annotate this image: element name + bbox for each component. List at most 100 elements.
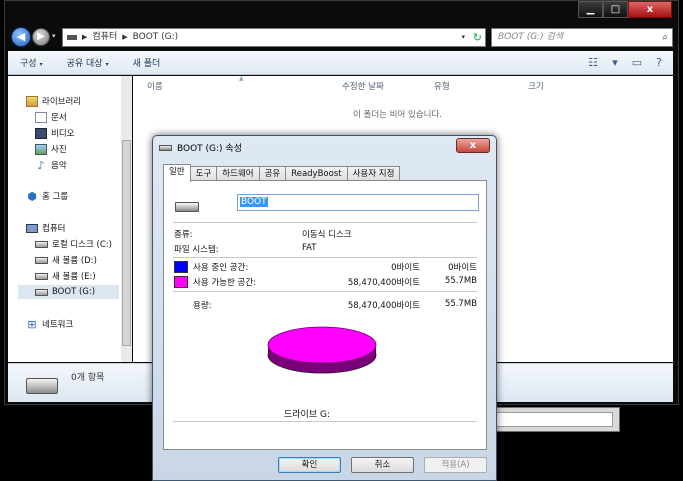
- cancel-button[interactable]: 취소: [351, 457, 414, 473]
- recent-pages-button[interactable]: ▾: [52, 32, 56, 40]
- divider: [173, 291, 477, 292]
- nav-item-music[interactable]: ♪ 음악: [35, 158, 67, 172]
- column-header-type[interactable]: 유형: [434, 80, 450, 92]
- view-controls: ☷ ▾ ▭ ?: [585, 55, 667, 70]
- pictures-icon: [35, 143, 47, 155]
- back-button[interactable]: ◀: [11, 27, 31, 47]
- view-options-icon[interactable]: ☷: [585, 55, 601, 70]
- nav-item-documents[interactable]: 문서: [35, 111, 67, 123]
- documents-icon: [35, 111, 47, 123]
- search-input[interactable]: BOOT (G:) 검색 ⌕: [491, 28, 673, 47]
- nav-item-network[interactable]: ⊞ 네트워크: [26, 317, 73, 331]
- nav-item-volume-d[interactable]: 새 볼륨 (D:): [35, 254, 97, 266]
- share-with-button[interactable]: 공유 대상 ▾: [55, 56, 121, 69]
- preview-pane-icon[interactable]: ▭: [629, 55, 645, 70]
- divider: [173, 222, 477, 223]
- dialog-close-button[interactable]: x: [456, 138, 490, 153]
- drive-icon: [159, 144, 172, 151]
- address-bar[interactable]: ▶ 컴퓨터 ▶ BOOT (G:) ▾ ↻: [62, 28, 486, 47]
- drive-icon: [35, 240, 48, 248]
- used-space-swatch: [174, 261, 188, 273]
- music-icon: ♪: [37, 158, 45, 172]
- chevron-down-icon: ▾: [105, 61, 109, 68]
- nav-label: 문서: [51, 113, 67, 123]
- nav-item-boot-g[interactable]: BOOT (G:): [18, 285, 119, 299]
- nav-item-homegroup[interactable]: ⬢ 홈 그룹: [26, 189, 69, 203]
- used-space-bytes: 0바이트: [391, 263, 420, 273]
- videos-icon: [35, 127, 47, 139]
- nav-label: 컴퓨터: [42, 224, 66, 234]
- drive-icon: [26, 378, 58, 394]
- forward-button[interactable]: ▶: [32, 28, 50, 46]
- type-value: 이동식 디스크: [302, 230, 352, 240]
- filesystem-label: 파일 시스템:: [174, 245, 219, 255]
- search-icon[interactable]: ⌕: [662, 29, 668, 46]
- nav-label: 사진: [51, 145, 67, 155]
- properties-dialog: BOOT (G:) 속성 x 일반 도구 하드웨어 공유 ReadyBoost …: [152, 135, 497, 481]
- free-space-label: 사용 가능한 공간:: [193, 278, 257, 288]
- apply-button[interactable]: 적용(A): [424, 457, 487, 473]
- drive-icon: [35, 288, 48, 296]
- drive-icon: [67, 35, 77, 40]
- minimize-button[interactable]: ▁: [578, 1, 603, 18]
- volume-name-input[interactable]: BOOT: [237, 194, 479, 211]
- capacity-label: 용량:: [193, 301, 212, 311]
- chevron-down-icon: ▾: [39, 61, 43, 68]
- ok-button[interactable]: 확인: [278, 457, 341, 473]
- back-arrow-icon: ◀: [16, 30, 26, 43]
- breadcrumb-separator-icon[interactable]: ▶: [82, 29, 87, 46]
- breadcrumb-computer[interactable]: 컴퓨터: [92, 29, 117, 46]
- breadcrumb-separator-icon[interactable]: ▶: [122, 29, 127, 46]
- new-folder-button[interactable]: 새 폴더: [121, 56, 173, 69]
- empty-folder-message: 이 폴더는 비어 있습니다.: [353, 110, 443, 120]
- library-icon: [26, 95, 38, 107]
- maximize-button[interactable]: □: [603, 1, 628, 18]
- nav-label: 로컬 디스크 (C:): [52, 240, 112, 250]
- nav-label: 라이브러리: [42, 97, 82, 107]
- nav-item-volume-e[interactable]: 새 볼륨 (E:): [35, 270, 96, 282]
- column-header-name[interactable]: 이름: [147, 80, 163, 92]
- refresh-icon[interactable]: ↻: [473, 29, 482, 46]
- nav-item-pictures[interactable]: 사진: [35, 143, 67, 155]
- drive-icon: [35, 256, 48, 264]
- nav-item-libraries[interactable]: 라이브러리: [26, 95, 81, 107]
- nav-scrollbar-thumb[interactable]: [122, 140, 131, 346]
- nav-label: 홈 그룹: [42, 192, 69, 202]
- dialog-tabs: 일반 도구 하드웨어 공유 ReadyBoost 사용자 지정: [163, 164, 401, 182]
- organize-button[interactable]: 구성 ▾: [8, 56, 55, 69]
- background-window-fragment: [480, 407, 620, 432]
- used-space-size: 0바이트: [448, 263, 477, 273]
- address-dropdown-icon[interactable]: ▾: [461, 29, 465, 46]
- nav-item-videos[interactable]: 비디오: [35, 127, 74, 139]
- close-button[interactable]: x: [628, 1, 672, 18]
- navigation-pane: 라이브러리 문서 비디오 사진 ♪ 음악 ⬢ 홈 그룹 컴퓨터 로컬 디스크 (C:…: [8, 76, 132, 362]
- address-bar-row: ◀ ▶ ▾ ▶ 컴퓨터 ▶ BOOT (G:) ▾ ↻ BOOT (G:) 검색…: [5, 23, 678, 49]
- capacity-bytes: 58,470,400바이트: [347, 301, 420, 311]
- free-space-swatch: [174, 276, 188, 288]
- tab-general[interactable]: 일반: [163, 164, 191, 182]
- view-dropdown-icon[interactable]: ▾: [607, 55, 623, 70]
- type-label: 종류:: [174, 230, 193, 240]
- nav-scrollbar[interactable]: [121, 76, 132, 362]
- column-header-modified[interactable]: 수정한 날짜: [342, 80, 384, 92]
- homegroup-icon: ⬢: [27, 189, 37, 203]
- command-bar: 구성 ▾ 공유 대상 ▾ 새 폴더 ☷ ▾ ▭ ?: [8, 51, 673, 75]
- breadcrumb-boot[interactable]: BOOT (G:): [133, 29, 179, 46]
- pie-free-space-slice: [267, 326, 377, 364]
- sort-arrow-icon: ▲: [239, 75, 244, 82]
- help-icon[interactable]: ?: [651, 55, 667, 70]
- network-icon: ⊞: [27, 317, 37, 331]
- general-tab-panel: BOOT 종류: 이동식 디스크 파일 시스템: FAT 사용 중인 공간: 0…: [163, 180, 487, 450]
- nav-label: 비디오: [51, 129, 75, 139]
- dialog-title: BOOT (G:) 속성: [177, 144, 242, 154]
- nav-item-computer[interactable]: 컴퓨터: [26, 222, 65, 234]
- nav-label: 새 볼륨 (E:): [52, 272, 96, 282]
- nav-label: 음악: [51, 161, 67, 171]
- removable-drive-icon: [175, 202, 199, 212]
- column-header-size[interactable]: 크기: [528, 80, 544, 92]
- disk-usage-pie: [267, 326, 377, 374]
- drive-icon: [35, 272, 48, 280]
- computer-icon: [26, 223, 38, 233]
- nav-item-local-disk-c[interactable]: 로컬 디스크 (C:): [35, 238, 112, 250]
- explorer-titlebar: ▁ □ x: [5, 1, 678, 23]
